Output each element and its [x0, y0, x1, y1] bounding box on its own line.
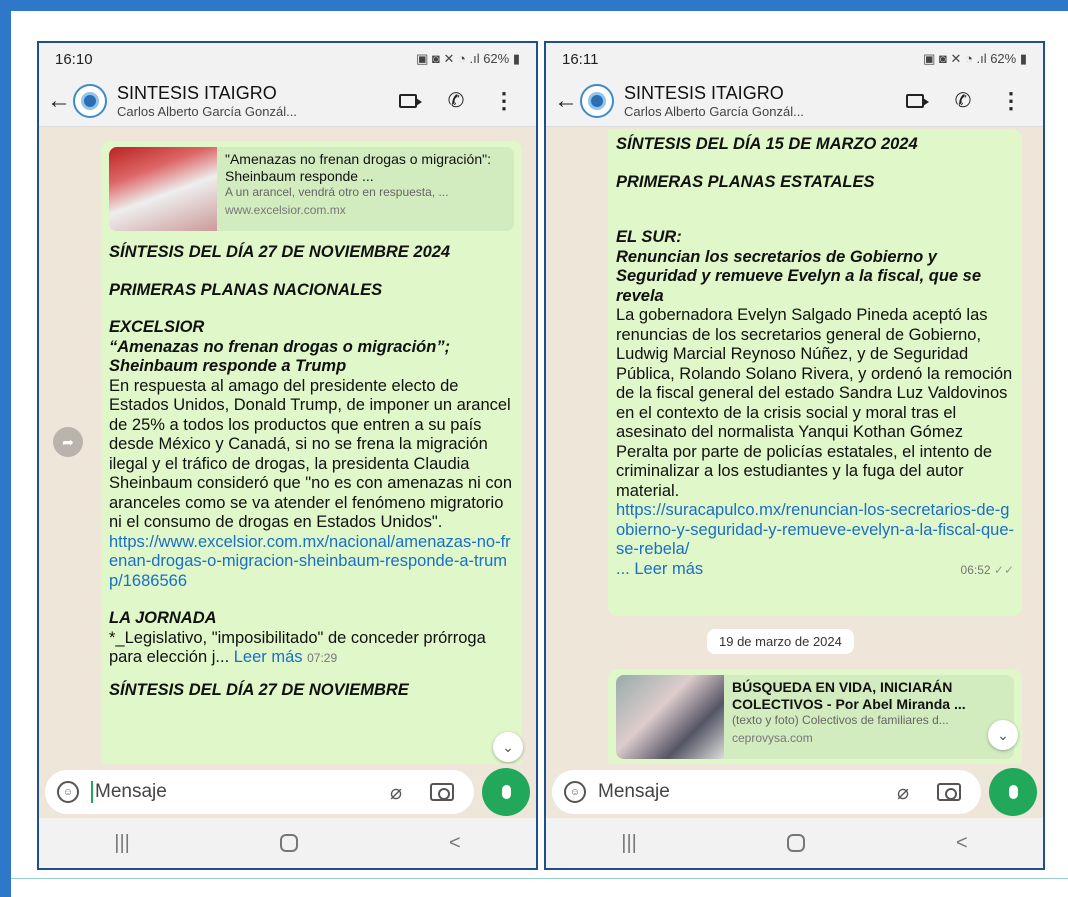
- msg-section-heading: PRIMERAS PLANAS NACIONALES: [109, 280, 383, 299]
- preview-thumbnail: [109, 147, 217, 231]
- bottom-divider: [11, 878, 1068, 879]
- chat-subtitle: Carlos Alberto García Gonzál...: [624, 103, 804, 119]
- mic-icon: [1008, 785, 1018, 799]
- battery-level: 62%: [990, 51, 1017, 66]
- attach-icon[interactable]: ⌀: [390, 780, 402, 805]
- input-placeholder: Mensaje: [598, 781, 670, 802]
- mic-button[interactable]: [989, 768, 1037, 816]
- chat-title: SINTESIS ITAIGRO: [624, 82, 784, 103]
- scroll-down-icon[interactable]: ⌄: [988, 720, 1018, 750]
- message-input[interactable]: ☺ Mensaje ⌀: [45, 770, 474, 814]
- emoji-icon[interactable]: ☺: [57, 781, 79, 803]
- chat-subtitle: Carlos Alberto García Gonzál...: [117, 103, 297, 119]
- recent-apps-icon[interactable]: |||: [114, 832, 130, 855]
- attach-icon[interactable]: ⌀: [897, 780, 909, 805]
- message-bubble[interactable]: "Amenazas no frenan drogas o migración":…: [101, 141, 522, 764]
- status-time: 16:11: [562, 50, 599, 68]
- back-nav-icon[interactable]: <: [956, 832, 968, 855]
- camera-icon[interactable]: [430, 783, 454, 801]
- preview-thumbnail: [616, 675, 724, 759]
- battery-level: 62%: [483, 51, 510, 66]
- date-chip: 19 de marzo de 2024: [707, 629, 854, 654]
- msg-headline: “Amenazas no frenan drogas o migración”;…: [109, 337, 455, 376]
- msg-newspaper: EXCELSIOR: [109, 318, 205, 336]
- msg-link[interactable]: https://www.excelsior.com.mx/nacional/am…: [109, 533, 514, 592]
- read-ticks-icon: ✓✓: [993, 562, 1014, 577]
- video-call-icon[interactable]: [384, 93, 432, 108]
- msg-time: 07:29: [307, 651, 338, 665]
- link-preview[interactable]: BÚSQUEDA EN VIDA, INICIARÁN COLECTIVOS -…: [616, 675, 1014, 759]
- message-input[interactable]: ☺ Mensaje ⌀: [552, 770, 981, 814]
- system-nav-bar: ||| <: [546, 818, 1043, 868]
- group-avatar[interactable]: [73, 83, 107, 118]
- back-arrow-icon[interactable]: ←: [554, 87, 580, 115]
- status-bar: 16:10 ▣ ◙ ✕ ◔ .ıl 62% ▮: [39, 43, 536, 75]
- next-msg-heading: SÍNTESIS DEL DÍA 27 DE NOVIEMBRE: [109, 680, 409, 699]
- chat-header: ← SINTESIS ITAIGRO Carlos Alberto García…: [39, 75, 536, 127]
- preview-url: ceprovysa.com: [732, 731, 813, 745]
- status-icons: ▣ ◙ ✕ ◔ .ıl 62% ▮: [923, 51, 1027, 66]
- emoji-icon[interactable]: ☺: [564, 781, 586, 803]
- system-nav-bar: ||| <: [39, 818, 536, 868]
- mic-button[interactable]: [482, 768, 530, 816]
- phone-screen-right: 16:11 ▣ ◙ ✕ ◔ .ıl 62% ▮ ← SINTESIS ITAIG…: [544, 41, 1045, 870]
- voice-call-icon[interactable]: ✆: [939, 88, 987, 113]
- home-icon[interactable]: [280, 834, 299, 852]
- recent-apps-icon[interactable]: |||: [621, 832, 637, 855]
- video-call-icon[interactable]: [891, 93, 939, 108]
- chat-header: ← SINTESIS ITAIGRO Carlos Alberto García…: [546, 75, 1043, 127]
- link-preview[interactable]: "Amenazas no frenan drogas o migración":…: [109, 147, 514, 231]
- preview-desc: (texto y foto) Colectivos de familiares …: [732, 713, 949, 727]
- read-more-link[interactable]: ... Leer más: [616, 560, 703, 580]
- chat-title-block[interactable]: SINTESIS ITAIGRO Carlos Alberto García G…: [624, 83, 891, 119]
- chat-area[interactable]: SÍNTESIS DEL DÍA 15 DE MARZO 2024 PRIMER…: [546, 129, 1043, 764]
- chat-title: SINTESIS ITAIGRO: [117, 82, 277, 103]
- message-bubble[interactable]: BÚSQUEDA EN VIDA, INICIARÁN COLECTIVOS -…: [608, 669, 1022, 764]
- msg-body: La gobernadora Evelyn Salgado Pineda ace…: [616, 306, 1017, 500]
- compose-bar: ☺ Mensaje ⌀: [39, 764, 536, 820]
- home-icon[interactable]: [787, 834, 806, 852]
- group-avatar[interactable]: [580, 83, 614, 118]
- msg-heading: SÍNTESIS DEL DÍA 15 DE MARZO 2024: [616, 135, 918, 153]
- preview-url: www.excelsior.com.mx: [225, 203, 346, 217]
- msg-heading: SÍNTESIS DEL DÍA 27 DE NOVIEMBRE 2024: [109, 243, 451, 261]
- msg-newspaper: EL SUR:: [616, 228, 682, 246]
- preview-title: BÚSQUEDA EN VIDA, INICIARÁN COLECTIVOS -…: [732, 679, 966, 712]
- input-placeholder: Mensaje: [95, 781, 167, 802]
- voice-call-icon[interactable]: ✆: [432, 88, 480, 113]
- chat-area[interactable]: ➦ "Amenazas no frenan drogas o migración…: [39, 129, 536, 764]
- read-more-link[interactable]: Leer más: [234, 648, 303, 666]
- status-icons: ▣ ◙ ✕ ◔ .ıl 62% ▮: [416, 51, 520, 66]
- forward-icon[interactable]: ➦: [53, 427, 83, 457]
- msg-newspaper-2: LA JORNADA: [109, 609, 217, 627]
- scroll-down-icon[interactable]: ⌄: [493, 732, 523, 762]
- phone-screen-left: 16:10 ▣ ◙ ✕ ◔ .ıl 62% ▮ ← SINTESIS ITAIG…: [37, 41, 538, 870]
- msg-section-heading: PRIMERAS PLANAS ESTATALES: [616, 172, 875, 191]
- status-time: 16:10: [55, 50, 93, 68]
- menu-dots-icon[interactable]: ⋮: [480, 88, 528, 114]
- msg-link[interactable]: https://suracapulco.mx/renuncian-los-sec…: [616, 501, 1014, 560]
- menu-dots-icon[interactable]: ⋮: [987, 88, 1035, 114]
- compose-bar: ☺ Mensaje ⌀: [546, 764, 1043, 820]
- msg-headline: Renuncian los secretarios de Gobierno y …: [616, 247, 986, 305]
- back-arrow-icon[interactable]: ←: [47, 87, 73, 115]
- camera-icon[interactable]: [937, 783, 961, 801]
- message-bubble[interactable]: SÍNTESIS DEL DÍA 15 DE MARZO 2024 PRIMER…: [608, 129, 1022, 616]
- msg-body: En respuesta al amago del presidente ele…: [109, 376, 517, 532]
- status-bar: 16:11 ▣ ◙ ✕ ◔ .ıl 62% ▮: [546, 43, 1043, 75]
- preview-title: "Amenazas no frenan drogas o migración":…: [225, 151, 491, 184]
- back-nav-icon[interactable]: <: [449, 832, 461, 855]
- preview-desc: A un arancel, vendrá otro en respuesta, …: [225, 185, 449, 199]
- chat-title-block[interactable]: SINTESIS ITAIGRO Carlos Alberto García G…: [117, 83, 384, 119]
- msg-time: 06:52: [960, 562, 991, 577]
- mic-icon: [501, 785, 511, 799]
